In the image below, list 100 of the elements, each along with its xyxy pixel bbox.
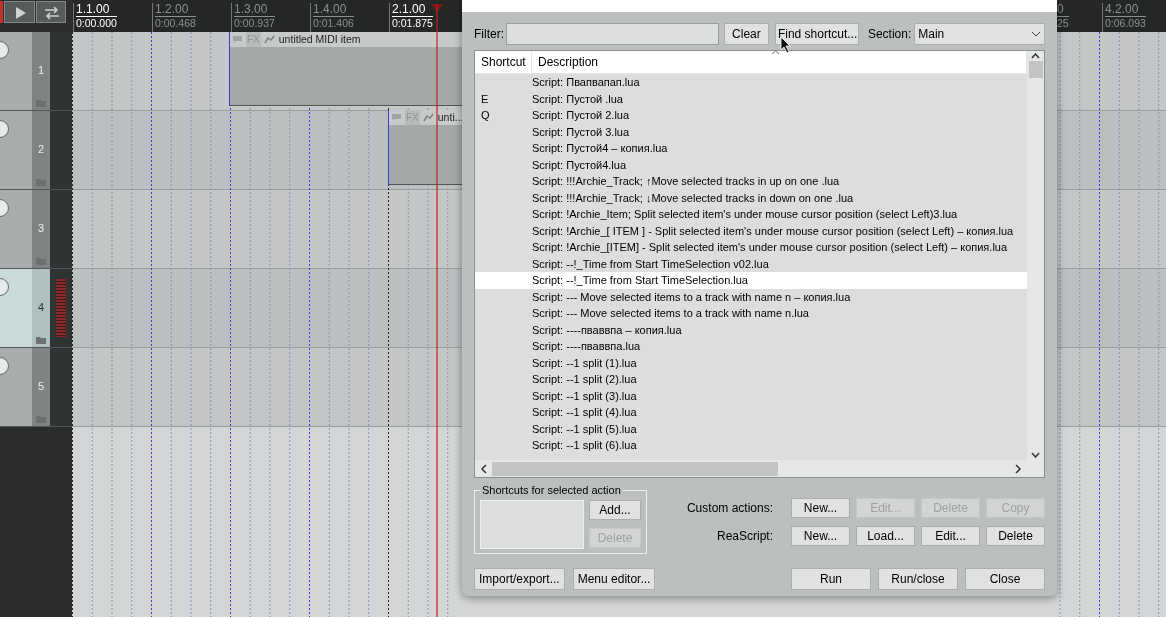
track-header[interactable]: 4 [0, 269, 72, 348]
shortcut-cell: E [481, 92, 489, 105]
ruler-bar-label: 1.2.00 [155, 3, 190, 16]
action-button[interactable]: Add... [589, 500, 641, 520]
description-cell-text: Script: --!_Time from Start TimeSelection.lua [532, 273, 748, 288]
scrollbar-thumb[interactable] [492, 461, 778, 476]
ruler-time-label: 0:06.093 [1105, 16, 1146, 30]
description-cell-text: Script: ----пваввпа – копия.lua [532, 322, 682, 338]
description-cell-text: Script: --1 split (5).lua [532, 421, 637, 437]
action-button[interactable]: Edit... [921, 526, 980, 546]
action-row[interactable]: Q Script: Пустой 2.lua [475, 107, 1027, 124]
filter-field[interactable] [506, 23, 719, 45]
description-cell-text: Script: Пустой4.lua [532, 157, 627, 173]
action-row[interactable]: Script: !!!Archie_Track; ↑Move selected tracks in up on one .lua [475, 173, 1027, 190]
action-row[interactable]: Script: --1 split (4).lua [475, 404, 1027, 421]
action-button[interactable]: Load... [856, 526, 915, 546]
track-number: 1 [37, 63, 45, 78]
action-row[interactable]: Script: --1 split (5).lua [475, 420, 1027, 437]
knob-icon[interactable] [0, 40, 9, 60]
knob-icon[interactable] [0, 198, 9, 218]
loop-icon[interactable] [36, 1, 66, 23]
ruler-bar-label: 1.1.00 [76, 3, 111, 16]
envelope-icon[interactable] [263, 35, 275, 44]
description-cell-text: Script: !Archie_[ITEM] - Split selected item's under mouse cursor position (select Left) – копия.lua [532, 240, 1008, 255]
knob-icon[interactable] [0, 277, 9, 297]
action-row[interactable]: Script: Пустой4.lua [475, 156, 1027, 173]
action-row[interactable]: E Script: Пустой .lua [475, 90, 1027, 107]
item-title: unti... [437, 109, 464, 125]
action-row[interactable]: Script: --1 split (2).lua [475, 371, 1027, 388]
play-icon[interactable] [4, 1, 35, 23]
ruler-time-label: 0:00.468 [155, 16, 196, 30]
ruler-bar-label: 4.2.00 [1105, 3, 1140, 16]
horizontal-scrollbar[interactable] [475, 460, 1044, 477]
description-cell-text: Script: --1 split (4).lua [532, 405, 637, 420]
chevron-down-icon[interactable] [1031, 452, 1040, 458]
description-cell-text: Script: --1 split (6).lua [532, 438, 637, 453]
action-row[interactable]: Script: --- Move selected items to a track with name n.lua [475, 305, 1027, 322]
description-cell-text: Script: Пустой .lua [532, 91, 623, 107]
chevron-up-icon[interactable] [1031, 53, 1040, 59]
action-button[interactable]: Close [965, 568, 1045, 590]
ruler-bar-label: 0 [1057, 3, 1065, 16]
action-row[interactable]: Script: --1 split (3).lua [475, 387, 1027, 404]
action-row[interactable]: Script: Пустой4 – копия.lua [475, 140, 1027, 157]
ruler-time-label: 0:01.406 [313, 16, 354, 30]
ruler-time-label: 0:00.000 [76, 16, 117, 30]
action-row[interactable]: Script: Пвапвапап.lua [475, 74, 1027, 91]
section-dropdown[interactable]: Main [914, 23, 1045, 45]
description-cell-text: Script: Пустой4 – копия.lua [532, 141, 668, 156]
action-row[interactable]: Script: !Archie_[ ITEM ] - Split selected item's under mouse cursor position (select Left) – копия.lua [475, 222, 1027, 239]
knob-icon[interactable] [0, 119, 9, 139]
knob-icon[interactable] [0, 356, 9, 376]
action-row[interactable]: Script: !Archie_[ITEM] - Split selected item's under mouse cursor position (select Left) – копия.lua [475, 239, 1027, 256]
sort-caret-icon [771, 50, 780, 55]
action-row[interactable]: Script: --- Move selected items to a track with name n – копия.lua [475, 288, 1027, 305]
action-row[interactable]: Script: --!_Time from Start TimeSelection v02.lua [475, 255, 1027, 272]
action-row[interactable]: Script: !!!Archie_Track; ↓Move selected tracks in down on one .lua [475, 189, 1027, 206]
section-label: Section: [867, 26, 912, 43]
ruler-bar-label: 1.3.00 [234, 3, 269, 16]
action-button[interactable]: New... [791, 498, 850, 518]
action-row[interactable]: Script: !Archie_Item; Split selected item's under mouse cursor position (select Left)3.lua [475, 206, 1027, 223]
description-cell-text: Script: --1 split (2).lua [532, 372, 637, 387]
description-cell-text: Script: Пустой 2.lua [532, 108, 630, 123]
description-cell-text: Script: --- Move selected items to a track with name n – копия.lua [532, 289, 851, 305]
group-title: Shortcuts for selected action [480, 483, 623, 497]
ruler-bar-label: 1.4.00 [313, 3, 348, 16]
action-button[interactable]: Run/close [878, 568, 958, 590]
envelope-icon[interactable] [422, 113, 434, 122]
action-row[interactable]: Script: --1 split (1).lua [475, 354, 1027, 371]
folder-icon[interactable] [36, 336, 46, 344]
row-label: ReaScript: [716, 528, 773, 545]
action-row[interactable]: Script: --1 split (6).lua [475, 437, 1027, 454]
description-cell-text: Script: !!!Archie_Track; ↑Move selected tracks in up on one .lua [532, 174, 840, 189]
action-button[interactable]: Import/export... [474, 568, 565, 590]
description-cell-text: Script: Пвапвапап.lua [532, 75, 640, 90]
row-label: Custom actions: [686, 500, 773, 517]
filter-label: Filter: [474, 26, 504, 43]
action-row[interactable]: Script: --!_Time from Start TimeSelection.lua [475, 272, 1027, 289]
level-meter [56, 279, 66, 337]
action-button[interactable]: New... [791, 526, 850, 546]
action-button[interactable]: Clear [723, 23, 769, 45]
vertical-scrollbar[interactable] [1027, 51, 1044, 460]
description-cell-text: Script: --!_Time from Start TimeSelection v02.lua [532, 256, 769, 272]
track-number: 5 [37, 379, 45, 394]
action-button[interactable]: Find shortcut... [774, 23, 859, 45]
action-button[interactable]: Menu editor... [572, 568, 656, 590]
ruler-bar-label: 2.1.00 [392, 3, 427, 16]
track-number: 4 [37, 300, 45, 315]
column-header[interactable]: Shortcut [475, 51, 532, 73]
description-cell-text: Script: Пустой 3.lua [532, 124, 630, 140]
action-button[interactable]: Run [791, 568, 871, 590]
description-cell-text: Script: !Archie_Item; Split selected item's under mouse cursor position (select Left)3.lua [532, 207, 958, 222]
action-row[interactable]: Script: ----пваввпа.lua [475, 338, 1027, 355]
action-row[interactable]: Script: ----пваввпа – копия.lua [475, 321, 1027, 338]
action-button[interactable]: Delete [986, 526, 1045, 546]
action-row[interactable]: Script: Пустой 3.lua [475, 123, 1027, 140]
ruler-time-label: 0:00.937 [234, 16, 275, 30]
scrollbar-thumb[interactable] [1028, 61, 1043, 78]
description-cell-text: Script: --1 split (1).lua [532, 355, 637, 371]
comment-icon[interactable] [232, 35, 243, 44]
comment-icon[interactable] [391, 113, 402, 122]
